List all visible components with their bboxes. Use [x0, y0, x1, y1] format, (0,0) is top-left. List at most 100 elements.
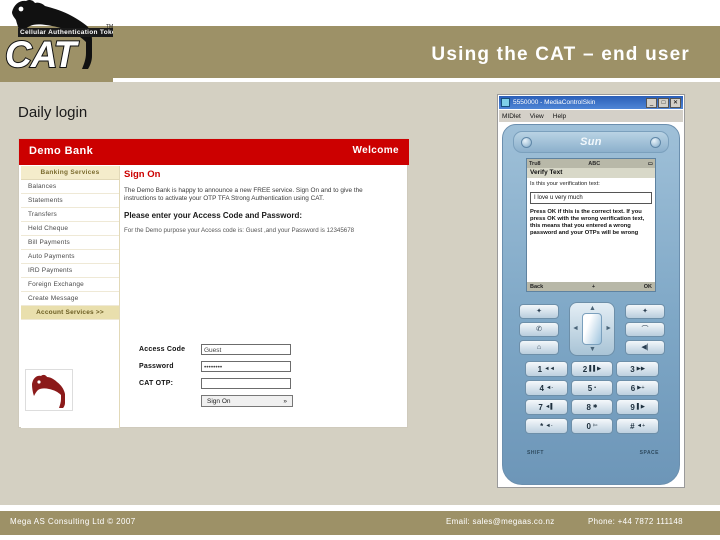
dpad-right-icon[interactable]: ►	[605, 325, 612, 332]
key-star[interactable]: * ◄-	[525, 418, 568, 434]
footer-email: Email: sales@megaas.co.nz	[446, 517, 555, 526]
sidebar-item-transfers[interactable]: Transfers	[21, 208, 119, 222]
key-4-media-icon: ◄-	[545, 385, 554, 391]
password-row: Password ••••••••	[139, 361, 399, 372]
call-button[interactable]: ✆	[519, 321, 559, 337]
dpad-left-icon[interactable]: ◄	[572, 325, 579, 332]
home-button[interactable]: ⌂	[519, 339, 559, 355]
softkey-back-label[interactable]: Back	[530, 284, 543, 290]
screen-status-bar: Tru8 ABC ▭	[527, 159, 655, 168]
screen-title: Verify Text	[527, 168, 655, 178]
screen-softkey-bar: Back + OK	[527, 282, 655, 291]
key-8[interactable]: 8 ✱	[570, 399, 614, 415]
sidebar-item-create-message[interactable]: Create Message	[21, 292, 119, 306]
menu-help[interactable]: Help	[553, 113, 566, 120]
key-1-media-icon: ◄◄	[544, 366, 555, 372]
left-softkey-button[interactable]: ✦	[519, 303, 559, 319]
key-9-digit: 9	[630, 402, 635, 412]
dpad-up-icon[interactable]: ▲	[589, 305, 596, 312]
bank-welcome-label: Welcome	[352, 145, 399, 156]
volume-button[interactable]: ◀|	[625, 339, 665, 355]
phone-power-button-icon[interactable]	[650, 136, 661, 148]
key-star-digit: *	[540, 421, 544, 431]
key-0-media-icon: ✄	[592, 423, 598, 429]
dpad-down-icon[interactable]: ▼	[589, 346, 596, 353]
cat-otp-input[interactable]	[201, 378, 291, 389]
key-3[interactable]: 3 ▶▶	[616, 361, 659, 377]
key-6[interactable]: 6 ▶+	[616, 380, 659, 396]
key-hash-digit: #	[630, 421, 635, 431]
right-button-column: ✦ ⌒ ◀|	[625, 303, 665, 355]
emulator-app-icon	[501, 98, 510, 107]
cat-badge-icon	[26, 370, 72, 410]
key-4[interactable]: 4 ◄-	[525, 380, 568, 396]
key-4-digit: 4	[539, 383, 544, 393]
intro-paragraph: The Demo Bank is happy to announce a new…	[124, 187, 363, 203]
footer-company: Mega AS Consulting Ltd © 2007	[10, 517, 136, 526]
key-0[interactable]: 0 ✄	[570, 418, 614, 434]
access-code-row: Access Code Guest	[139, 344, 399, 355]
menu-view[interactable]: View	[530, 113, 544, 120]
status-battery-icon: ▭	[647, 160, 653, 167]
key-3-digit: 3	[630, 364, 635, 374]
key-hash[interactable]: # ◄+	[616, 418, 659, 434]
sidebar-item-statements[interactable]: Statements	[21, 194, 119, 208]
menu-midlet[interactable]: MIDlet	[502, 113, 521, 120]
dpad-select-button[interactable]	[582, 313, 602, 345]
cat-logo: Cellular Authentication Token TM CAT	[0, 0, 113, 82]
left-button-column: ✦ ✆ ⌂	[519, 303, 559, 355]
key-5-media-icon: ▪	[594, 385, 597, 391]
key-7[interactable]: 7 ◄▌	[525, 399, 568, 415]
minimize-button[interactable]: _	[646, 97, 657, 108]
emulator-titlebar[interactable]: 5550000 - MediaControlSkin _ □ ✕	[499, 96, 683, 109]
sign-on-button-label: Sign On	[207, 397, 231, 405]
key-9[interactable]: 9 ▌▶	[616, 399, 659, 415]
trademark-symbol: TM	[106, 24, 113, 30]
sidebar-item-account-services[interactable]: Account Services >>	[21, 306, 119, 320]
verify-text-field[interactable]: I love u very much	[530, 192, 652, 204]
footer-underline	[0, 535, 720, 540]
password-input[interactable]: ••••••••	[201, 361, 291, 372]
key-1[interactable]: 1 ◄◄	[525, 361, 568, 377]
key-8-digit: 8	[586, 402, 591, 412]
sidebar-item-ird-payments[interactable]: IRD Payments	[21, 264, 119, 278]
softkey-plus-icon: +	[591, 283, 596, 290]
sidebar-item-held-cheque[interactable]: Held Cheque	[21, 222, 119, 236]
key-6-digit: 6	[630, 383, 636, 393]
key-6-media-icon: ▶+	[637, 385, 645, 391]
verify-prompt: Is this your verification text:	[530, 181, 600, 187]
dpad[interactable]: ▲ ▼ ◄ ►	[569, 302, 615, 356]
phone-top-bezel: Sun	[513, 131, 669, 153]
key-9-media-icon: ▌▶	[636, 404, 645, 410]
screen-content: Is this your verification text: I love u…	[527, 178, 655, 240]
close-button[interactable]: ✕	[670, 97, 681, 108]
bank-main-content: Sign On The Demo Bank is happy to announ…	[124, 169, 404, 235]
phone-emulator-window: 5550000 - MediaControlSkin _ □ ✕ MIDlet …	[497, 94, 685, 488]
key-5[interactable]: 5 ▪	[570, 380, 614, 396]
end-call-button[interactable]: ⌒	[625, 321, 665, 337]
shift-label: SHIFT	[527, 450, 544, 456]
sidebar-item-balances[interactable]: Balances	[21, 180, 119, 194]
phone-led-left-icon	[521, 136, 532, 148]
sidebar-item-bill-payments[interactable]: Bill Payments	[21, 236, 119, 250]
key-1-digit: 1	[537, 364, 543, 374]
sidebar-item-auto-payments[interactable]: Auto Payments	[21, 250, 119, 264]
emulator-menubar: MIDlet View Help	[499, 110, 683, 122]
key-8-media-icon: ✱	[592, 404, 598, 410]
softkey-ok-label[interactable]: OK	[644, 284, 652, 290]
status-signal-label: Tru8	[529, 160, 541, 167]
sign-on-button[interactable]: Sign On »	[201, 395, 293, 407]
maximize-button[interactable]: □	[658, 97, 669, 108]
phone-screen: Tru8 ABC ▭ Verify Text Is this your veri…	[526, 158, 656, 292]
password-label: Password	[139, 363, 174, 370]
key-7-media-icon: ◄▌	[544, 404, 555, 410]
access-code-input[interactable]: Guest	[201, 344, 291, 355]
enter-credentials-prompt: Please enter your Access Code and Passwo…	[124, 211, 302, 221]
right-softkey-button[interactable]: ✦	[625, 303, 665, 319]
sidebar-header: Banking Services	[21, 166, 119, 180]
sidebar-item-foreign-exchange[interactable]: Foreign Exchange	[21, 278, 119, 292]
key-2[interactable]: 2 ▌▌▶	[570, 361, 614, 377]
key-star-media-icon: ◄-	[545, 423, 553, 429]
key-7-digit: 7	[538, 402, 543, 412]
key-0-digit: 0	[586, 421, 591, 431]
